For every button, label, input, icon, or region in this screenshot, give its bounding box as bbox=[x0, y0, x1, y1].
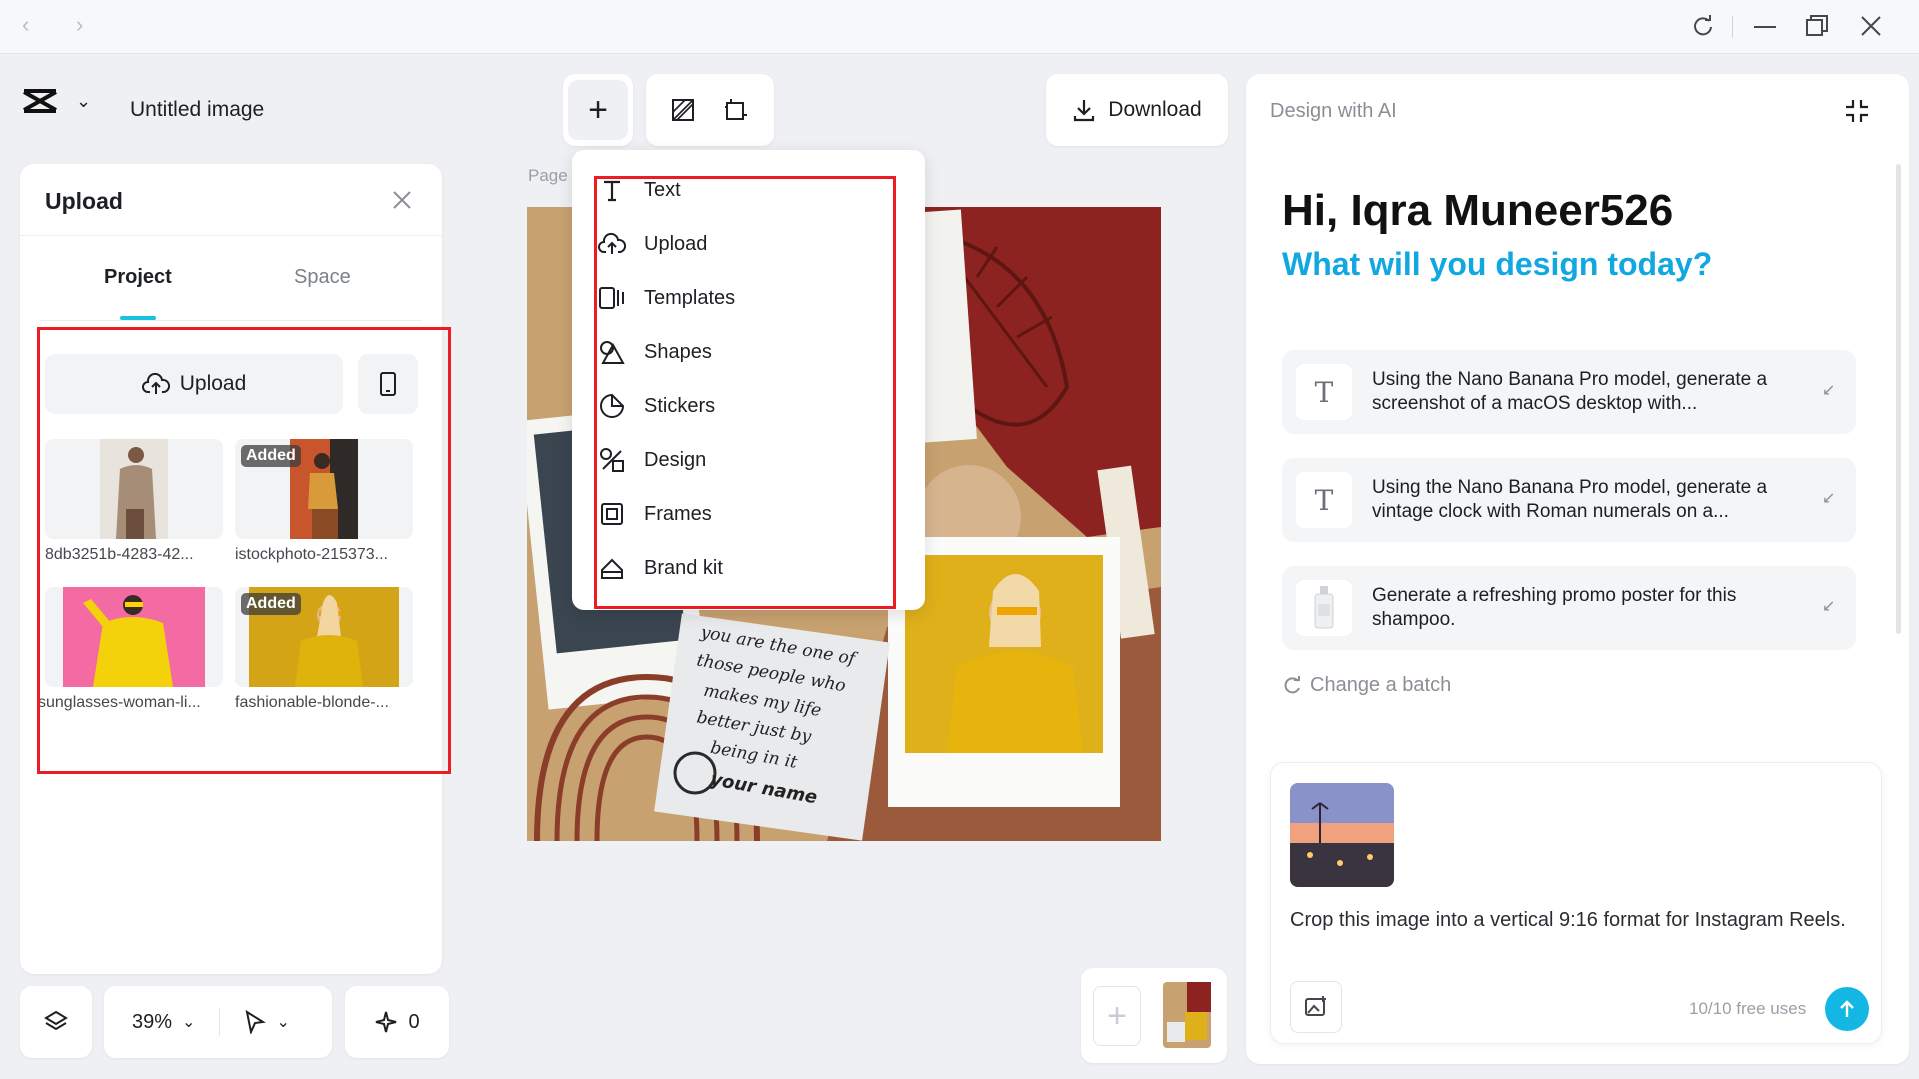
divider bbox=[219, 1008, 221, 1036]
add-element-button[interactable]: + bbox=[563, 74, 633, 146]
highlight-box bbox=[594, 176, 896, 609]
attached-image[interactable] bbox=[1290, 783, 1394, 887]
document-title[interactable]: Untitled image bbox=[130, 98, 264, 122]
close-icon[interactable] bbox=[392, 190, 412, 210]
tab-divider bbox=[40, 320, 422, 321]
chevron-down-icon[interactable]: ⌄ bbox=[182, 1012, 195, 1032]
suggestion-card[interactable]: Generate a refreshing promo poster for t… bbox=[1282, 566, 1856, 650]
panel-title: Upload bbox=[45, 188, 123, 214]
arrow-down-left-icon: ↙ bbox=[1822, 598, 1836, 615]
greeting: Hi, Iqra Muneer526 bbox=[1282, 186, 1674, 235]
send-button[interactable] bbox=[1825, 987, 1869, 1031]
arrow-up-icon bbox=[1840, 1000, 1854, 1017]
tab-space[interactable]: Space bbox=[294, 266, 351, 289]
free-uses-counter: 10/10 free uses bbox=[1689, 999, 1807, 1018]
page-thumbnails: + bbox=[1081, 968, 1227, 1063]
text-type-icon: T bbox=[1296, 472, 1352, 528]
minimize-icon[interactable] bbox=[1754, 26, 1776, 29]
restore-icon[interactable] bbox=[1806, 15, 1828, 37]
zoom-level[interactable]: 39% bbox=[132, 1011, 172, 1034]
text-type-icon: T bbox=[1296, 364, 1352, 420]
canvas-tools bbox=[646, 74, 774, 146]
ai-composer: Crop this image into a vertical 9:16 for… bbox=[1270, 762, 1882, 1044]
resize-icon[interactable] bbox=[723, 97, 749, 123]
sparkle-icon bbox=[376, 1011, 397, 1033]
refresh-icon bbox=[1284, 675, 1300, 693]
tab-project[interactable]: Project bbox=[104, 266, 172, 289]
ai-credits-count: 0 bbox=[408, 1010, 420, 1033]
highlight-box bbox=[37, 327, 451, 774]
pointer-icon[interactable] bbox=[244, 1010, 267, 1034]
download-icon bbox=[1074, 100, 1095, 122]
zoom-and-pointer-bar: 39% ⌄ ⌄ bbox=[104, 986, 332, 1058]
capcut-logo-icon bbox=[23, 89, 57, 113]
suggestion-card[interactable]: T Using the Nano Banana Pro model, gener… bbox=[1282, 458, 1856, 542]
ai-panel: Design with AI Hi, Iqra Muneer526 What w… bbox=[1246, 74, 1909, 1064]
add-page-button[interactable]: + bbox=[1093, 986, 1141, 1046]
back-arrow-icon[interactable]: ‹ bbox=[22, 12, 29, 38]
close-window-icon[interactable] bbox=[1860, 15, 1882, 37]
background-icon[interactable] bbox=[671, 98, 695, 122]
forward-arrow-icon[interactable]: › bbox=[76, 12, 83, 38]
page-thumbnail-image[interactable] bbox=[1163, 982, 1211, 1048]
scrollbar[interactable] bbox=[1896, 164, 1901, 634]
greeting-subtitle: What will you design today? bbox=[1282, 246, 1713, 282]
browser-toolbar: ‹ › bbox=[0, 0, 1919, 54]
layers-button[interactable] bbox=[20, 986, 92, 1058]
suggestion-text: Generate a refreshing promo poster for t… bbox=[1372, 585, 1737, 630]
layers-icon bbox=[44, 1010, 68, 1031]
download-button[interactable]: Download bbox=[1046, 74, 1228, 146]
change-batch-label: Change a batch bbox=[1310, 674, 1452, 696]
prompt-input[interactable]: Crop this image into a vertical 9:16 for… bbox=[1290, 907, 1860, 934]
toolbar-divider bbox=[1732, 16, 1733, 38]
plus-icon: + bbox=[568, 80, 628, 140]
page-label: Page bbox=[528, 166, 568, 185]
ai-credits-button[interactable]: 0 bbox=[345, 986, 449, 1058]
add-image-icon bbox=[1305, 996, 1326, 1016]
add-image-button[interactable] bbox=[1290, 981, 1342, 1033]
chevron-down-icon: ⌄ bbox=[76, 90, 92, 111]
panel-divider bbox=[20, 235, 442, 236]
download-label: Download bbox=[1108, 98, 1202, 121]
chevron-down-icon[interactable]: ⌄ bbox=[276, 1012, 289, 1032]
shampoo-bottle-icon bbox=[1296, 580, 1352, 636]
arrow-down-left-icon: ↙ bbox=[1822, 382, 1836, 399]
suggestion-card[interactable]: T Using the Nano Banana Pro model, gener… bbox=[1282, 350, 1856, 434]
collapse-icon[interactable] bbox=[1844, 98, 1870, 124]
suggestion-text: Using the Nano Banana Pro model, generat… bbox=[1372, 369, 1768, 414]
arrow-down-left-icon: ↙ bbox=[1822, 490, 1836, 507]
change-batch-button[interactable]: Change a batch bbox=[1282, 674, 1451, 697]
suggestion-text: Using the Nano Banana Pro model, generat… bbox=[1372, 477, 1768, 522]
brand-menu[interactable]: ⌄ bbox=[22, 86, 91, 116]
ai-panel-title: Design with AI bbox=[1270, 100, 1397, 122]
city-sunset-photo-icon bbox=[1290, 783, 1394, 887]
reload-icon[interactable] bbox=[1692, 15, 1714, 37]
